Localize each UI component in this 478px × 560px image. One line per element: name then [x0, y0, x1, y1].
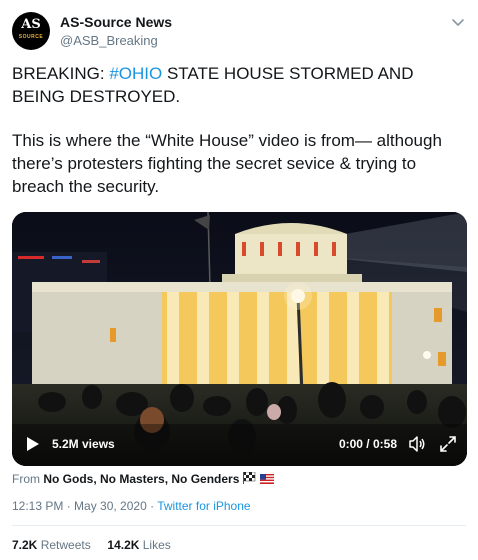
- tweet-paragraph-1: BREAKING: #OHIO STATE HOUSE STORMED AND …: [12, 62, 468, 108]
- divider: [12, 525, 466, 526]
- tweet-header: AS SOURCE AS-Source News @ASB_Breaking: [12, 12, 468, 52]
- checkered-flag-icon: [242, 472, 255, 484]
- author-name[interactable]: AS-Source News: [60, 14, 172, 30]
- tweet-text: BREAKING: #OHIO STATE HOUSE STORMED AND …: [12, 62, 468, 219]
- likes-stat[interactable]: 14.2K Likes: [107, 538, 170, 552]
- fullscreen-icon[interactable]: [439, 435, 457, 453]
- source-account-link[interactable]: No Gods, No Masters, No Genders: [43, 472, 239, 486]
- source-prefix: From: [12, 472, 44, 486]
- chevron-down-icon[interactable]: [448, 12, 468, 32]
- timestamp[interactable]: 12:13 PM · May 30, 2020 ·: [12, 499, 157, 513]
- tweet-prefix: BREAKING:: [12, 64, 110, 83]
- retweets-count: 7.2K: [12, 538, 38, 552]
- tweet-paragraph-2: This is where the “White House” video is…: [12, 131, 442, 196]
- retweets-stat[interactable]: 7.2K Retweets: [12, 538, 91, 552]
- avatar-text-bottom: SOURCE: [18, 34, 44, 40]
- play-icon[interactable]: [26, 436, 40, 452]
- volume-icon[interactable]: [407, 434, 427, 454]
- likes-count: 14.2K: [107, 538, 140, 552]
- video-controls: 5.2M views 0:00 / 0:58: [12, 424, 467, 466]
- client-link[interactable]: Twitter for iPhone: [157, 499, 250, 513]
- tweet-meta: 12:13 PM · May 30, 2020 · Twitter for iP…: [12, 499, 251, 513]
- video-player[interactable]: 5.2M views 0:00 / 0:58: [12, 212, 467, 466]
- likes-label: Likes: [139, 538, 171, 552]
- avatar-text-top: AS: [21, 17, 41, 32]
- us-flag-icon: [260, 474, 275, 484]
- retweets-label: Retweets: [37, 538, 91, 552]
- view-count: 5.2M views: [52, 437, 115, 451]
- video-source: From No Gods, No Masters, No Genders: [12, 472, 275, 486]
- author-handle[interactable]: @ASB_Breaking: [60, 33, 158, 48]
- avatar[interactable]: AS SOURCE: [12, 12, 50, 50]
- hashtag-link[interactable]: #OHIO: [109, 64, 162, 83]
- video-time: 0:00 / 0:58: [338, 437, 397, 451]
- engagement-stats: 7.2K Retweets 14.2K Likes: [12, 538, 171, 552]
